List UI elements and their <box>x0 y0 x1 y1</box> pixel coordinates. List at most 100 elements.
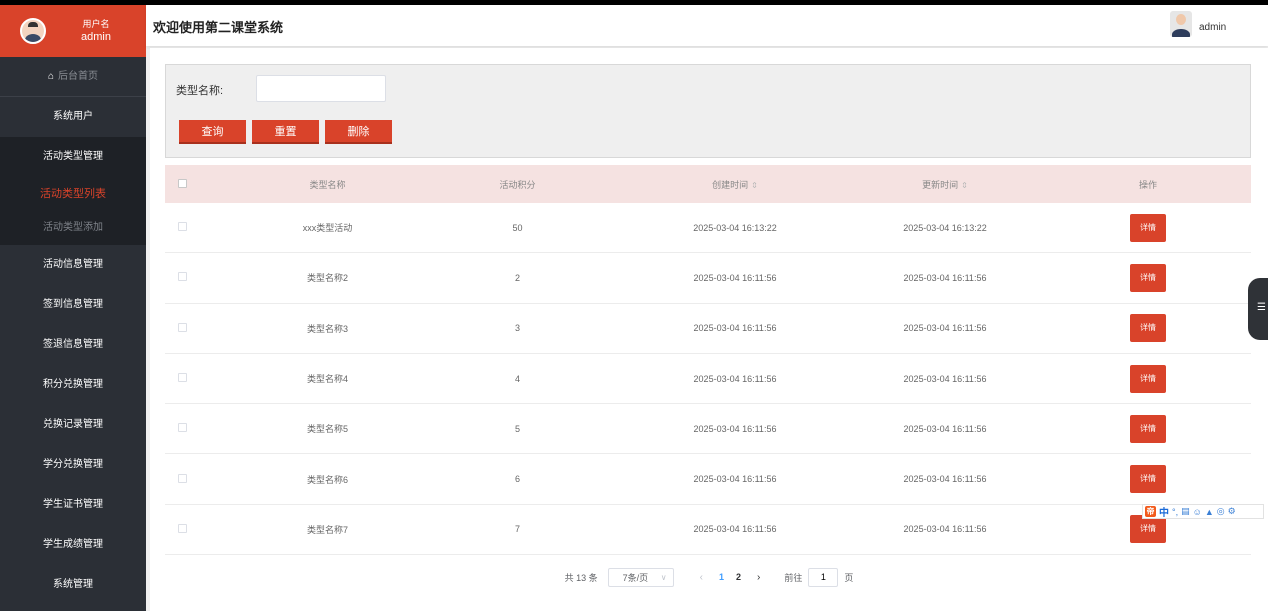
table-row: 类型名称5 5 2025-03-04 16:11:56 2025-03-04 1… <box>165 404 1251 455</box>
cell-created: 2025-03-04 16:11:56 <box>693 323 777 334</box>
cell-created: 2025-03-04 16:11:56 <box>693 272 777 283</box>
search-label: 类型名称: <box>176 85 224 97</box>
cell-score: 6 <box>514 474 520 485</box>
cell-name: xxx类型活动 <box>302 223 353 234</box>
table-header: 类型名称 活动积分 创建时间 ⇕ 更新时间 ⇕ 操作 <box>165 165 1251 203</box>
cell-score: 50 <box>512 222 523 233</box>
cell-name: 类型名称5 <box>306 424 348 435</box>
page-size-value: 7条/页 <box>622 572 649 583</box>
detail-button[interactable]: 详情 <box>1130 465 1166 494</box>
sort-icon[interactable]: ⇕ <box>961 181 968 190</box>
detail-button[interactable]: 详情 <box>1130 414 1166 443</box>
detail-button[interactable]: 详情 <box>1130 314 1166 343</box>
sidebar-item-activity-info[interactable]: 活动信息管理 <box>0 245 146 285</box>
sidebar-item-points-exchange[interactable]: 积分兑换管理 <box>0 365 146 405</box>
table-row: 类型名称7 7 2025-03-04 16:11:56 2025-03-04 1… <box>165 505 1251 556</box>
cell-name: 类型名称6 <box>306 474 348 485</box>
row-checkbox[interactable] <box>178 272 187 282</box>
sidebar-item-system-users[interactable]: 系统用户 <box>0 97 146 137</box>
sort-icon[interactable]: ⇕ <box>751 181 758 190</box>
page-size-select[interactable]: 7条/页 ∨ <box>607 567 674 587</box>
cell-updated: 2025-03-04 16:11:56 <box>903 474 987 485</box>
cell-op: 详情 <box>1045 364 1251 393</box>
sidebar-item-home[interactable]: ⌂ 后台首页 <box>0 57 146 97</box>
delete-button[interactable]: 删除 <box>325 120 392 144</box>
detail-button[interactable]: 详情 <box>1130 515 1166 544</box>
header-avatar[interactable] <box>1170 11 1192 37</box>
user-label: 用户名 <box>82 19 110 29</box>
cell-created: 2025-03-04 16:11:56 <box>693 474 777 485</box>
sidebar-item-activity-type-management[interactable]: 活动类型管理 <box>0 137 146 177</box>
header: 欢迎使用第二课堂系统 admin <box>146 5 1268 46</box>
data-table: 类型名称 活动积分 创建时间 ⇕ 更新时间 ⇕ 操作 xxx类型活动 50 2025… <box>165 165 1251 556</box>
cell-op: 详情 <box>1045 414 1251 443</box>
cell-score: 5 <box>514 423 520 434</box>
table-row: 类型名称4 4 2025-03-04 16:11:56 2025-03-04 1… <box>165 354 1251 405</box>
goto-label: 前往 <box>784 572 803 583</box>
skin-icon[interactable]: ▲ <box>1205 507 1214 517</box>
sidebar-item-certificates[interactable]: 学生证书管理 <box>0 485 146 525</box>
sidebar-item-exchange-records[interactable]: 兑换记录管理 <box>0 405 146 445</box>
keyboard-icon[interactable]: ▤ <box>1181 506 1190 517</box>
row-checkbox[interactable] <box>178 423 187 433</box>
cell-op: 详情 <box>1045 515 1251 544</box>
next-page-icon[interactable]: › <box>757 572 760 583</box>
cell-score: 7 <box>514 524 520 535</box>
row-checkbox[interactable] <box>178 373 187 383</box>
user-icon[interactable]: ☺ <box>1193 507 1202 517</box>
header-username[interactable]: admin <box>1199 22 1226 33</box>
toolbox-icon[interactable]: ◎ <box>1217 506 1225 517</box>
column-header-updated-label: 更新时间 <box>922 179 959 190</box>
page-unit-label: 页 <box>844 572 854 583</box>
row-checkbox-cell <box>165 322 205 334</box>
sidebar-item-checkout[interactable]: 签退信息管理 <box>0 325 146 365</box>
column-header-created[interactable]: 创建时间 ⇕ <box>625 178 845 191</box>
detail-button[interactable]: 详情 <box>1130 263 1166 292</box>
ime-mode[interactable]: 中 <box>1159 504 1169 519</box>
type-name-input[interactable] <box>256 75 386 102</box>
list-icon: ☰ <box>1257 302 1266 313</box>
row-checkbox[interactable] <box>178 222 187 232</box>
pagination-total: 共 13 条 <box>564 572 598 583</box>
table-row: 类型名称6 6 2025-03-04 16:11:56 2025-03-04 1… <box>165 454 1251 505</box>
cell-updated: 2025-03-04 16:11:56 <box>903 373 987 384</box>
query-button[interactable]: 查询 <box>179 120 246 144</box>
table-row: xxx类型活动 50 2025-03-04 16:13:22 2025-03-0… <box>165 203 1251 254</box>
cell-created: 2025-03-04 16:13:22 <box>693 222 777 233</box>
cell-created: 2025-03-04 16:11:56 <box>693 524 777 535</box>
detail-button[interactable]: 详情 <box>1130 213 1166 242</box>
sidebar-item-activity-type-add[interactable]: 活动类型添加 <box>0 211 146 245</box>
sidebar-item-system-management[interactable]: 系统管理 <box>0 565 146 605</box>
row-checkbox-cell <box>165 373 205 384</box>
cell-updated: 2025-03-04 16:11:56 <box>903 524 987 535</box>
settings-icon[interactable]: ⚙ <box>1228 506 1236 517</box>
sidebar-item-activity-type-list[interactable]: 活动类型列表 <box>0 177 146 211</box>
prev-page-icon[interactable]: ‹ <box>700 572 703 583</box>
reset-button[interactable]: 重置 <box>252 120 319 144</box>
row-checkbox[interactable] <box>178 473 187 483</box>
column-header-name: 类型名称 <box>309 179 346 190</box>
ime-toolbar[interactable]: 帝 中 °, ▤ ☺ ▲ ◎ ⚙ <box>1142 504 1264 519</box>
row-checkbox-cell <box>165 473 205 485</box>
select-all-checkbox[interactable] <box>178 178 187 188</box>
cell-op: 详情 <box>1045 213 1251 242</box>
goto-page-input[interactable] <box>808 567 839 587</box>
cell-updated: 2025-03-04 16:11:56 <box>903 272 987 283</box>
detail-button[interactable]: 详情 <box>1130 364 1166 393</box>
table-row: 类型名称3 3 2025-03-04 16:11:56 2025-03-04 1… <box>165 304 1251 354</box>
page-number[interactable]: 2 <box>736 572 741 582</box>
sidebar-item-checkin[interactable]: 签到信息管理 <box>0 285 146 325</box>
page-number[interactable]: 1 <box>719 572 724 582</box>
row-checkbox[interactable] <box>178 322 187 332</box>
row-checkbox-cell <box>165 222 205 233</box>
sidebar-item-credit-exchange[interactable]: 学分兑换管理 <box>0 445 146 485</box>
floating-side-tab[interactable]: ☰ <box>1248 278 1268 340</box>
cell-name: 类型名称2 <box>306 273 348 284</box>
column-header-score: 活动积分 <box>499 179 536 190</box>
punctuation-icon[interactable]: °, <box>1172 507 1178 517</box>
home-icon: ⌂ <box>47 71 55 82</box>
row-checkbox[interactable] <box>178 523 187 533</box>
row-checkbox-cell <box>165 272 205 283</box>
column-header-updated[interactable]: 更新时间 ⇕ <box>845 178 1045 191</box>
sidebar-item-grades[interactable]: 学生成绩管理 <box>0 525 146 565</box>
